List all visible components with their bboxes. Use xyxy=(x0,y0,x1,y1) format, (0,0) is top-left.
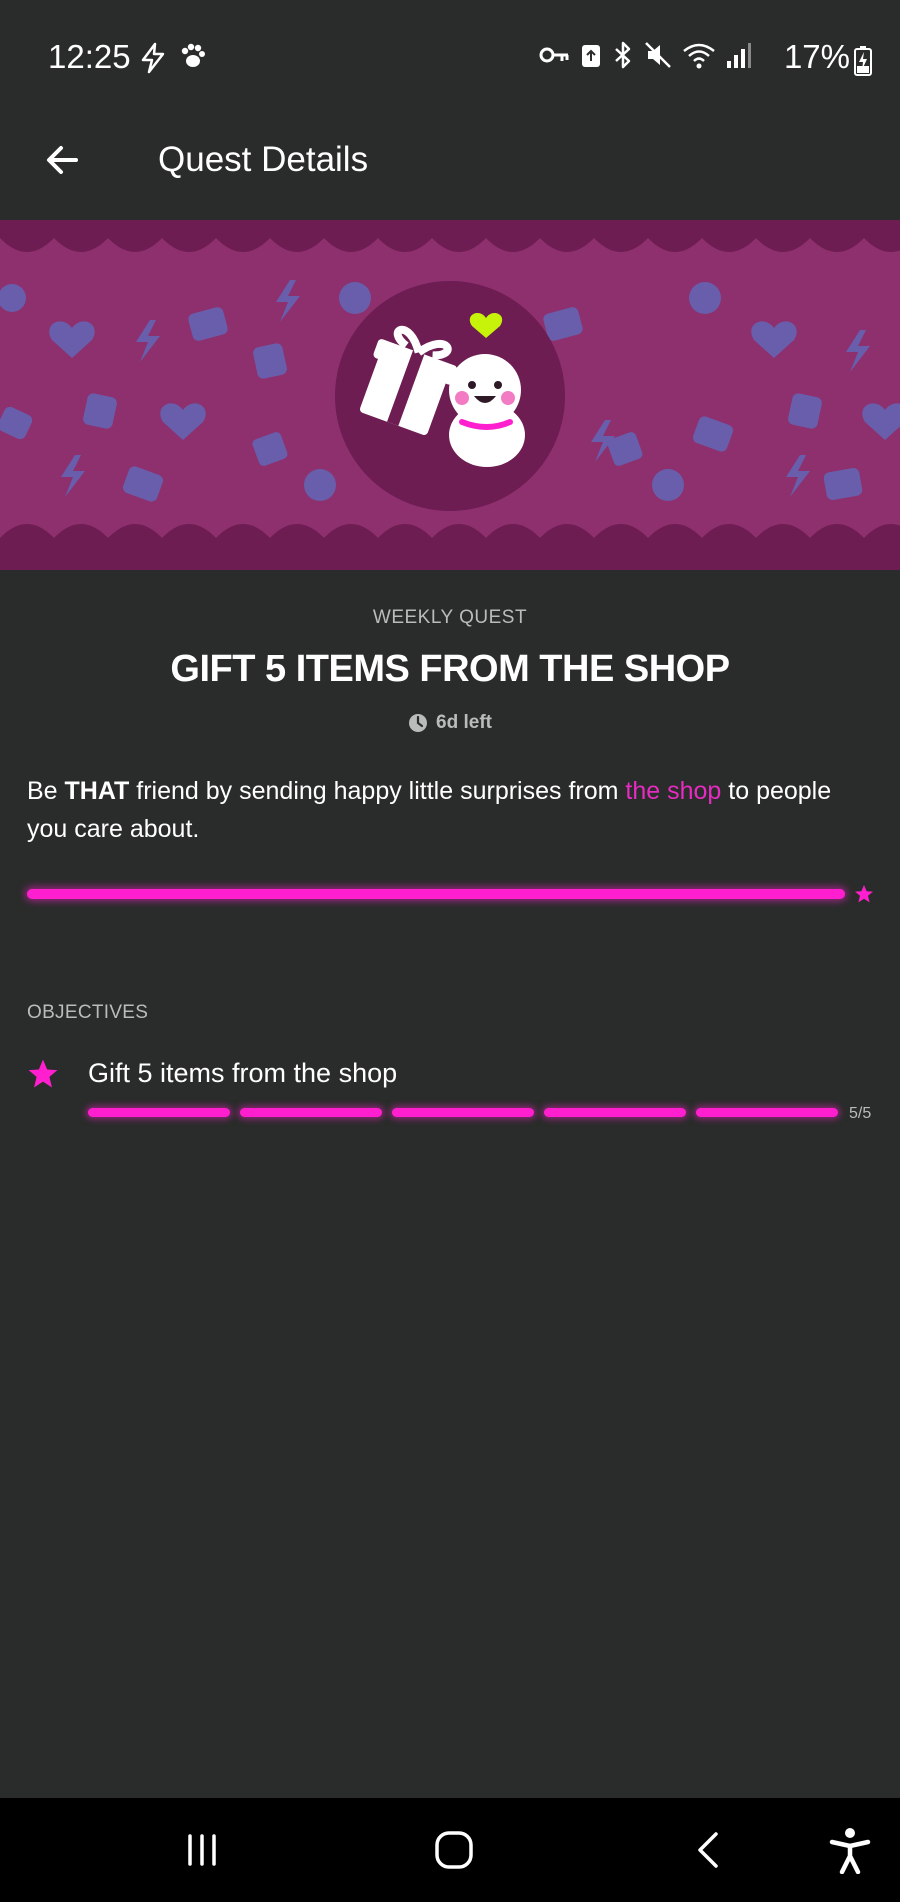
objective-label: Gift 5 items from the shop xyxy=(88,1058,398,1088)
time-left: 6d left xyxy=(0,712,900,734)
objective-count: 5/5 xyxy=(849,1105,872,1122)
key-icon xyxy=(538,43,570,72)
battery-percent: 17% xyxy=(783,38,850,75)
shop-link[interactable]: the shop xyxy=(625,777,721,805)
progress-segment xyxy=(544,1108,686,1117)
progress-segment xyxy=(88,1108,230,1117)
description-text: Be xyxy=(27,777,65,805)
battery-icon xyxy=(854,46,872,81)
page-title: Quest Details xyxy=(158,140,369,179)
status-bar: 12:25 17% xyxy=(0,0,900,100)
accessibility-icon xyxy=(829,1828,871,1874)
quest-type-label: WEEKLY QUEST xyxy=(372,607,528,628)
star-icon xyxy=(854,884,874,909)
recent-apps-icon xyxy=(188,1834,216,1866)
banner-illustration xyxy=(0,220,900,570)
description-text: friend by sending happy little surprises… xyxy=(129,777,626,805)
star-icon xyxy=(27,1058,59,1095)
progress-segment xyxy=(696,1108,838,1117)
objective-progress xyxy=(88,1108,838,1117)
home-icon xyxy=(435,1831,473,1869)
chevron-left-icon xyxy=(698,1832,718,1868)
lock-icon xyxy=(580,41,602,74)
progress-segment xyxy=(392,1108,534,1117)
paw-icon xyxy=(178,42,206,79)
signal-icon xyxy=(726,41,752,74)
mute-icon xyxy=(644,41,672,74)
quest-progress-fill xyxy=(27,889,845,899)
arrow-left-icon xyxy=(47,146,78,174)
back-button[interactable] xyxy=(30,128,94,192)
recent-apps-button[interactable] xyxy=(172,1820,232,1880)
objective-item: Gift 5 items from the shop 5/5 xyxy=(27,1050,877,1130)
clock-icon xyxy=(409,714,428,732)
home-button[interactable] xyxy=(424,1820,484,1880)
progress-segment xyxy=(240,1108,382,1117)
quest-banner xyxy=(0,220,900,570)
system-nav-bar xyxy=(0,1798,900,1902)
wifi-icon xyxy=(682,41,716,74)
quest-progress-bar xyxy=(27,889,845,899)
description-emphasis: THAT xyxy=(64,777,130,805)
system-back-button[interactable] xyxy=(678,1820,738,1880)
accessibility-button[interactable] xyxy=(820,1820,880,1880)
app-bar: Quest Details xyxy=(0,100,900,220)
time-left-text: 6d left xyxy=(436,712,492,733)
quest-description: Be THAT friend by sending happy little s… xyxy=(27,772,877,848)
status-time: 12:25 xyxy=(48,38,131,75)
bluetooth-icon xyxy=(612,40,634,75)
flash-icon xyxy=(138,42,168,79)
quest-title: GIFT 5 ITEMS FROM THE SHOP xyxy=(170,648,730,690)
objectives-header: OBJECTIVES xyxy=(27,1002,149,1023)
